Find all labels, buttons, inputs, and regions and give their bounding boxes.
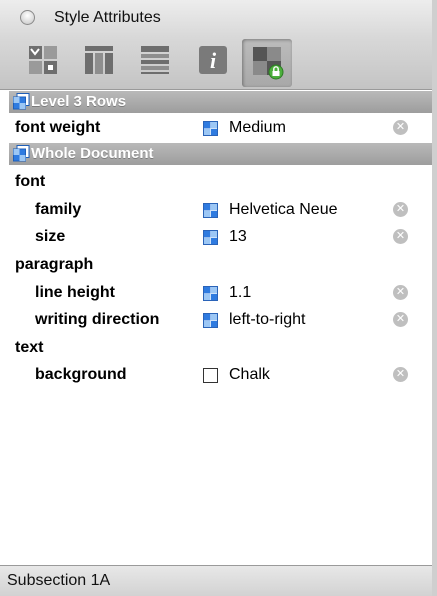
status-bar: Subsection 1A	[0, 565, 432, 596]
blue-style-swatch-icon	[203, 203, 218, 218]
attribute-row-size[interactable]: size 13 ✕	[9, 224, 432, 251]
attribute-key: size	[35, 228, 66, 245]
section-label: Level 3 Rows	[31, 93, 127, 110]
svg-text:i: i	[210, 48, 217, 73]
locked-style-icon	[253, 47, 284, 80]
attribute-value[interactable]: Medium	[229, 119, 286, 137]
toolbar-locked-style-button[interactable]	[242, 39, 292, 87]
grid-style-icon	[29, 46, 57, 74]
attribute-group-label: paragraph	[15, 256, 94, 273]
attribute-value[interactable]: 1.1	[229, 284, 251, 302]
attribute-group-font[interactable]: font	[9, 169, 432, 196]
blue-style-swatch-icon	[203, 313, 218, 328]
remove-attribute-button[interactable]: ✕	[393, 367, 408, 382]
attribute-key: family	[35, 201, 82, 218]
section-header-level-3-rows[interactable]: Level 3 Rows	[9, 91, 432, 113]
style-attributes-list: Level 3 Rows font weight Medium ✕ Whole …	[9, 91, 432, 565]
attribute-group-text[interactable]: text	[9, 335, 432, 362]
style-stack-icon	[13, 93, 30, 110]
attribute-row-background[interactable]: background Chalk ✕	[9, 362, 432, 389]
attribute-key: background	[35, 366, 127, 383]
attribute-value[interactable]: left-to-right	[229, 311, 305, 329]
remove-attribute-button[interactable]: ✕	[393, 120, 408, 135]
remove-attribute-button[interactable]: ✕	[393, 312, 408, 327]
attribute-row-family[interactable]: family Helvetica Neue ✕	[9, 197, 432, 224]
blue-style-swatch-icon	[203, 286, 218, 301]
window-title: Style Attributes	[54, 9, 161, 26]
window-edge	[432, 0, 437, 596]
attribute-value[interactable]: 13	[229, 228, 247, 246]
toolbar-columns-style-button[interactable]	[78, 38, 118, 82]
info-icon: i	[199, 46, 227, 74]
rows-style-icon	[141, 46, 169, 74]
attribute-group-paragraph[interactable]: paragraph	[9, 252, 432, 279]
remove-attribute-button[interactable]: ✕	[393, 229, 408, 244]
remove-attribute-button[interactable]: ✕	[393, 202, 408, 217]
attribute-value[interactable]: Chalk	[229, 366, 270, 384]
attribute-row-writing-direction[interactable]: writing direction left-to-right ✕	[9, 307, 432, 334]
window-close-button[interactable]	[20, 10, 35, 25]
section-label: Whole Document	[31, 145, 154, 162]
blue-style-swatch-icon	[203, 230, 218, 245]
attribute-key: line height	[35, 284, 115, 301]
attribute-key: font weight	[15, 119, 101, 136]
toolbar-grid-style-button[interactable]	[22, 38, 62, 82]
title-bar: Style Attributes	[0, 0, 432, 38]
chalk-color-swatch-icon[interactable]	[203, 368, 218, 383]
attribute-group-label: font	[15, 173, 46, 190]
status-text: Subsection 1A	[7, 572, 111, 589]
remove-attribute-button[interactable]: ✕	[393, 285, 408, 300]
attribute-row-font-weight[interactable]: font weight Medium ✕	[9, 115, 432, 142]
style-attributes-window: Style Attributes i Level 3 Rows font wei…	[0, 0, 437, 596]
attribute-key: writing direction	[35, 311, 160, 328]
toolbar-rows-style-button[interactable]	[134, 38, 174, 82]
attribute-row-line-height[interactable]: line height 1.1 ✕	[9, 280, 432, 307]
blue-style-swatch-icon	[203, 121, 218, 136]
attribute-value[interactable]: Helvetica Neue	[229, 201, 338, 219]
section-header-whole-document[interactable]: Whole Document	[9, 143, 432, 165]
toolbar: i	[0, 38, 432, 90]
attribute-group-label: text	[15, 339, 44, 356]
columns-style-icon	[85, 46, 113, 74]
style-stack-icon	[13, 145, 30, 162]
toolbar-info-button[interactable]: i	[192, 38, 232, 82]
